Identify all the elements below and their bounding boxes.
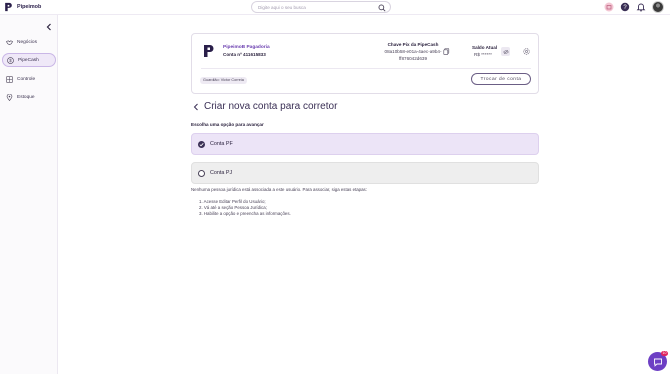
search-input[interactable] [258,4,368,11]
pipeimob-logo-icon [204,45,214,57]
chat-icon [653,358,662,367]
grid-icon [6,75,13,83]
user-avatar[interactable] [652,1,664,13]
brand-logo[interactable]: Pipeimob [4,2,41,12]
option-conta-pj[interactable]: Conta PJ [191,162,539,184]
gift-icon[interactable] [604,2,614,12]
bank-name: PipeimoB Pagadoria [223,45,270,50]
map-pin-icon [6,93,13,101]
list-item: 3. Habilite a opção e preencha as inform… [199,211,291,217]
steps-list: 1. Acesse Editar Perfil do Usuário; 2. V… [199,199,291,218]
check-icon [199,142,204,146]
pix-key-line: ff876042d639 [398,56,428,61]
sidebar-item-controle[interactable]: Controle [2,72,56,86]
account-number: Conta nº 411615833 [223,52,266,57]
sidebar-item-negocios[interactable]: Negócios [2,35,56,49]
section-subtitle: Escolha uma opção para avançar [191,122,264,127]
top-bar: Pipeimob ? [0,0,670,15]
switch-account-button[interactable]: Trocar de conta [471,73,531,85]
brand-name: Pipeimob [17,4,42,10]
pipeimob-logo-icon [5,2,12,12]
option-label: Conta PJ [210,170,233,176]
chat-badge: 10 [661,351,668,356]
bell-icon[interactable] [636,2,646,12]
radio-unchecked-icon[interactable] [198,169,205,177]
option-label: Conta PF [210,141,233,147]
handshake-icon [6,39,13,45]
sidebar-item-estoque[interactable]: Estoque [2,90,56,104]
page-title: Criar nova conta para corretor [204,101,338,112]
gear-icon[interactable] [522,47,531,56]
sidebar-item-label: PipeCash [18,57,39,63]
toggle-balance-button[interactable] [501,47,510,56]
holder-badge: Guardião: Victor Correia [200,77,247,84]
search-box[interactable] [251,1,391,13]
card-divider [201,68,531,69]
svg-text:$: $ [9,58,12,63]
search-icon[interactable] [378,4,386,12]
sidebar-item-label: Estoque [17,94,35,100]
sidebar: Negócios $ PipeCash Controle Estoque [0,15,58,374]
copy-icon[interactable] [442,47,451,56]
dollar-circle-icon: $ [7,56,14,64]
sidebar-item-label: Controle [17,76,36,82]
chevron-left-icon[interactable] [45,23,53,31]
help-icon[interactable]: ? [620,2,630,12]
sidebar-item-pipecash[interactable]: $ PipeCash [2,53,56,67]
sidebar-item-label: Negócios [17,39,37,45]
option-conta-pf[interactable]: Conta PF [191,133,539,155]
chevron-left-icon[interactable] [192,103,200,111]
radio-checked-icon[interactable] [198,140,205,148]
balance-title: Saldo Atual [472,45,498,50]
balance-value: R$ ****** [474,52,492,57]
account-card: PipeimoB Pagadoria Conta nº 411615833 Ch… [191,33,539,94]
eye-off-icon [502,49,509,54]
info-text: Nenhuma pessoa jurídica está associada a… [191,187,367,192]
